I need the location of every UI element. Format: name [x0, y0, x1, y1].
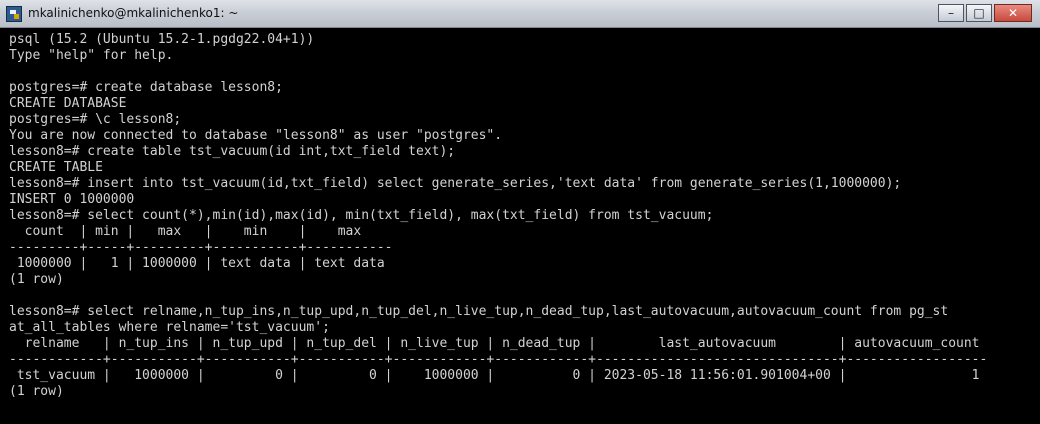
terminal-line: lesson8=# select count(*),min(id),max(id… [9, 208, 714, 223]
terminal-line: 1000000 | 1 | 1000000 | text data | text… [9, 256, 385, 271]
minimize-button[interactable]: – [938, 4, 964, 22]
terminal-line: (1 row) [9, 272, 64, 287]
terminal-line: lesson8=# insert into tst_vacuum(id,txt_… [9, 176, 902, 191]
putty-icon[interactable] [6, 6, 22, 22]
terminal-output[interactable]: psql (15.2 (Ubuntu 15.2-1.pgdg22.04+1)) … [0, 28, 1040, 424]
terminal-line: postgres=# \c lesson8; [9, 112, 182, 127]
terminal-line: relname | n_tup_ins | n_tup_upd | n_tup_… [9, 336, 980, 351]
terminal-line: (1 row) [9, 384, 64, 399]
terminal-line: tst_vacuum | 1000000 | 0 | 0 | 1000000 |… [9, 368, 980, 383]
terminal-line: lesson8=# select relname,n_tup_ins,n_tup… [9, 304, 949, 319]
close-button[interactable]: ✕ [994, 4, 1032, 22]
terminal-line: INSERT 0 1000000 [9, 192, 135, 207]
terminal-line: psql (15.2 (Ubuntu 15.2-1.pgdg22.04+1)) [9, 32, 315, 47]
terminal-window: mkalinichenko@mkalinichenko1: ~ – □ ✕ ps… [0, 0, 1040, 424]
terminal-line: Type "help" for help. [9, 48, 174, 63]
terminal-line: ------------+-----------+-----------+---… [9, 352, 988, 367]
terminal-line: postgres=# create database lesson8; [9, 80, 283, 95]
title-bar[interactable]: mkalinichenko@mkalinichenko1: ~ – □ ✕ [0, 0, 1040, 28]
terminal-line: CREATE DATABASE [9, 96, 127, 111]
window-title: mkalinichenko@mkalinichenko1: ~ [28, 6, 239, 20]
terminal-line: count | min | max | min | max [9, 224, 362, 239]
terminal-line: CREATE TABLE [9, 160, 103, 175]
terminal-line: ---------+-----+---------+-----------+--… [9, 240, 393, 255]
terminal-line: at_all_tables where relname='tst_vacuum'… [9, 320, 330, 335]
maximize-button[interactable]: □ [966, 4, 992, 22]
terminal-line: lesson8=# create table tst_vacuum(id int… [9, 144, 456, 159]
terminal-line: You are now connected to database "lesso… [9, 128, 503, 143]
window-controls: – □ ✕ [938, 4, 1032, 24]
